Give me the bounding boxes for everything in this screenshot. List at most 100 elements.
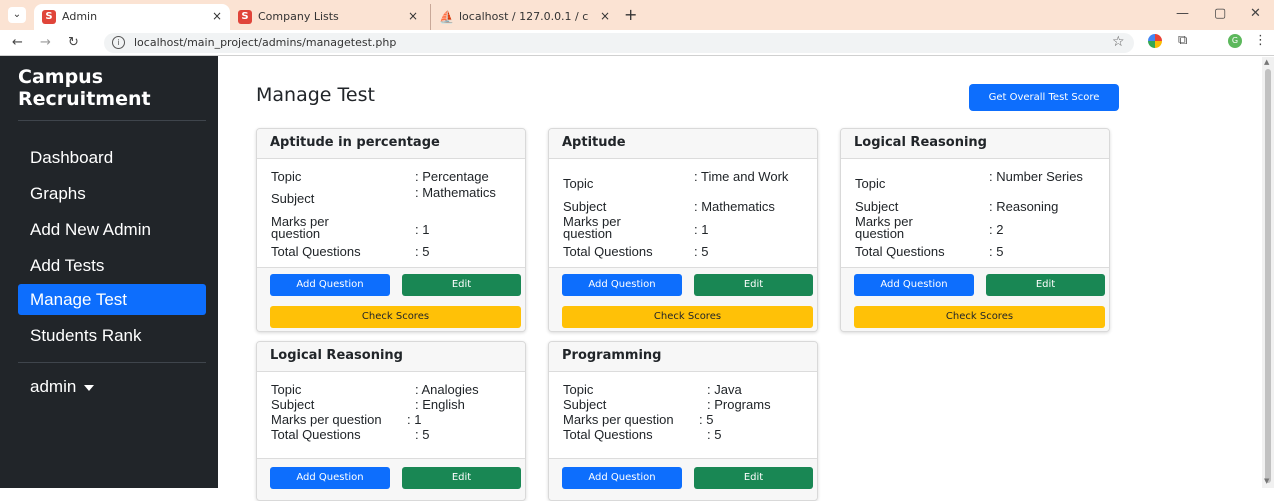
brand-title[interactable]: Campus Recruitment [18,66,208,110]
total-questions-label: Total Questions [271,244,361,259]
site-favicon-icon: S [238,10,252,24]
check-scores-button[interactable]: Check Scores [562,306,813,328]
test-card: Logical Reasoning Topic : Number Series … [840,128,1110,332]
card-footer: Add Question Edit Check Scores [257,267,525,331]
sidebar-item-graphs[interactable]: Graphs [18,178,206,209]
marks-value: : 1 [415,222,430,237]
url-text[interactable]: localhost/main_project/admins/managetest… [134,36,396,49]
tab-phpmyadmin[interactable]: ⛵ localhost / 127.0.0.1 / campus / × [430,4,618,30]
add-question-button[interactable]: Add Question [854,274,974,296]
add-question-button[interactable]: Add Question [270,274,390,296]
browser-tab-bar: ⌄ S Admin × S Company Lists × ⛵ localhos… [0,0,1274,30]
topic-label: Topic [271,382,302,397]
total-questions-value: : 5 [694,244,709,259]
scroll-down-arrow-icon[interactable]: ▼ [1264,477,1269,485]
sidebar-item-add-tests[interactable]: Add Tests [18,250,206,281]
restore-icon[interactable]: ▢ [1214,6,1226,21]
marks-value: : 1 [694,222,709,237]
sidebar-item-dashboard[interactable]: Dashboard [18,142,206,173]
url-field[interactable]: i localhost/main_project/admins/managete… [104,33,1134,53]
tab-admin[interactable]: S Admin × [34,4,230,30]
scroll-up-arrow-icon[interactable]: ▲ [1264,58,1269,66]
check-scores-button[interactable]: Check Scores [854,306,1105,328]
marks-label: Marks per question [563,214,621,241]
subject-value: : Mathematics [415,185,496,200]
close-window-icon[interactable]: ✕ [1250,6,1261,21]
back-arrow-icon[interactable]: ← [12,35,23,50]
test-card-title: Logical Reasoning [257,342,525,372]
test-card-title: Programming [549,342,817,372]
forward-arrow-icon[interactable]: → [40,35,51,50]
edit-button[interactable]: Edit [402,467,521,489]
edit-button[interactable]: Edit [402,274,521,296]
total-questions-value: : 5 [989,244,1004,259]
marks-label: Marks per question [271,214,329,241]
sidebar-divider [18,362,206,363]
test-card-title: Aptitude in percentage [257,129,525,159]
edit-button[interactable]: Edit [986,274,1105,296]
site-info-icon[interactable]: i [112,36,125,49]
tab-company-lists[interactable]: S Company Lists × [230,4,426,30]
admin-user-dropdown[interactable]: admin [30,377,95,397]
marks-value: : 5 [699,412,714,427]
total-questions-label: Total Questions [563,427,653,442]
subject-label: Subject [271,397,315,412]
sidebar-item-add-new-admin[interactable]: Add New Admin [18,214,206,245]
page-scrollbar[interactable]: ▲ ▼ [1262,57,1274,488]
test-card: Aptitude Topic : Time and Work Subject :… [548,128,818,332]
topic-label: Topic [271,169,302,184]
topic-label: Topic [563,382,594,397]
total-questions-label: Total Questions [271,427,361,442]
topic-value: : Java [707,382,742,397]
total-questions-value: : 5 [415,427,430,442]
minimize-icon[interactable]: — [1176,6,1189,21]
scrollbar-thumb[interactable] [1265,69,1271,483]
color-extension-icon[interactable] [1148,34,1162,48]
marks-value: : 2 [989,222,1004,237]
subject-value: : Reasoning [989,199,1059,214]
topic-value: : Percentage [415,169,489,184]
admin-username: admin [30,377,77,396]
edit-button[interactable]: Edit [694,274,813,296]
add-question-button[interactable]: Add Question [562,274,682,296]
card-footer: Add Question Edit Check Scores [549,267,817,331]
topic-value: : Analogies [415,382,479,397]
topic-label: Topic [855,176,886,191]
subject-value: : Mathematics [694,199,775,214]
check-scores-button[interactable]: Check Scores [270,306,521,328]
test-card: Programming Topic : Java Subject : Progr… [548,341,818,501]
test-card: Aptitude in percentage Topic : Percentag… [256,128,526,332]
menu-kebab-icon[interactable]: ⋮ [1254,33,1267,48]
sidebar-item-students-rank[interactable]: Students Rank [18,320,206,351]
reload-icon[interactable]: ↻ [68,35,79,50]
get-overall-test-score-button[interactable]: Get Overall Test Score [969,84,1119,111]
card-footer: Add Question Edit [257,458,525,500]
extensions-puzzle-icon[interactable]: ⧉ [1178,33,1187,48]
add-question-button[interactable]: Add Question [270,467,390,489]
new-tab-plus-icon[interactable]: + [624,5,637,24]
marks-label: Marks per question [271,412,382,427]
bookmark-star-icon[interactable]: ☆ [1112,34,1125,50]
topic-value: : Number Series [989,169,1083,184]
total-questions-value: : 5 [415,244,430,259]
sidebar-divider [18,120,206,121]
edit-button[interactable]: Edit [694,467,813,489]
sidebar-item-manage-test[interactable]: Manage Test [18,284,206,315]
site-favicon-icon: S [42,10,56,24]
add-question-button[interactable]: Add Question [562,467,682,489]
topic-value: : Time and Work [694,169,789,184]
subject-value: : English [415,397,465,412]
tab-title: Admin [62,10,98,23]
tab-close-icon[interactable]: × [600,9,610,23]
profile-avatar-icon[interactable]: G [1228,34,1242,48]
subject-label: Subject [563,397,607,412]
marks-value: : 1 [407,412,422,427]
marks-label: Marks per question [563,412,674,427]
tab-close-icon[interactable]: × [212,9,222,23]
tab-close-icon[interactable]: × [408,9,418,23]
tab-search-chevron-icon[interactable]: ⌄ [8,7,26,23]
test-card-title: Logical Reasoning [841,129,1109,159]
test-card-title: Aptitude [549,129,817,159]
sidebar: Campus Recruitment Dashboard Graphs Add … [0,56,218,488]
total-questions-label: Total Questions [855,244,945,259]
